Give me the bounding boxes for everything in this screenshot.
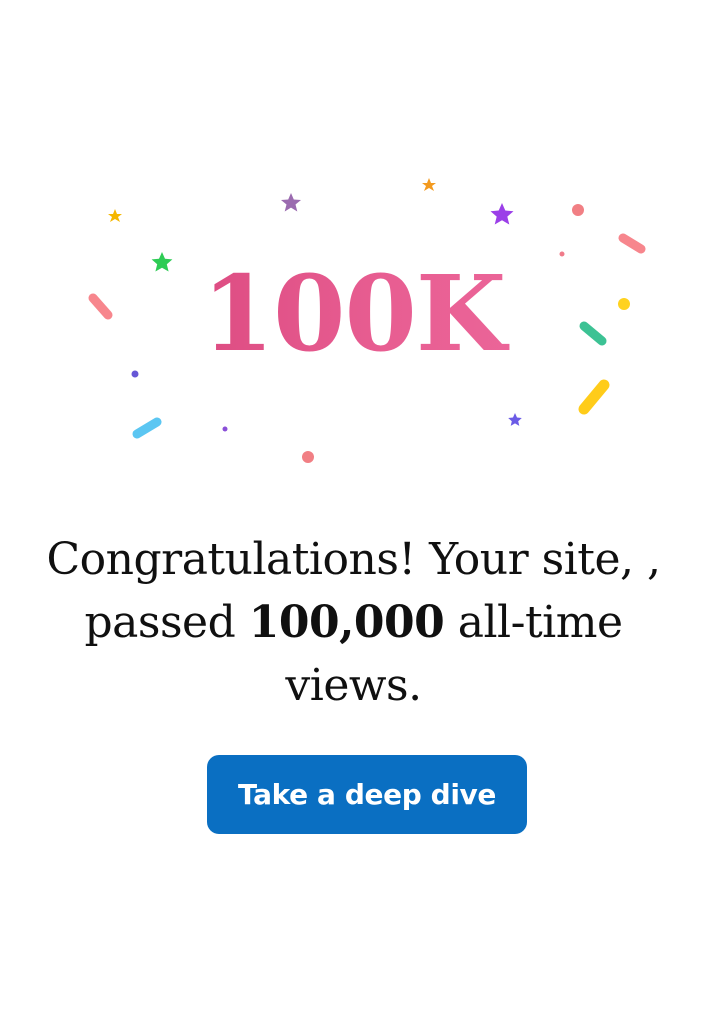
confetti-stick-icon: [618, 233, 646, 254]
confetti-dot-icon: [572, 204, 584, 216]
star-icon: [281, 193, 301, 212]
confetti-dot-icon: [302, 451, 314, 463]
view-count: 100,000: [248, 597, 445, 648]
celebration-banner: 100K: [0, 0, 707, 480]
congratulations-message: Congratulations! Your site, , passed 100…: [40, 528, 667, 717]
star-icon: [422, 178, 436, 191]
deep-dive-button[interactable]: Take a deep dive: [207, 755, 527, 834]
confetti-stick-icon: [578, 379, 610, 415]
star-icon: [108, 209, 122, 222]
confetti-dot-icon: [222, 426, 228, 432]
star-icon: [490, 203, 514, 225]
confetti-decoration: [88, 178, 646, 463]
milestone-badge: 100K: [0, 255, 707, 373]
confetti-stick-icon: [132, 417, 162, 439]
star-icon: [508, 413, 522, 426]
